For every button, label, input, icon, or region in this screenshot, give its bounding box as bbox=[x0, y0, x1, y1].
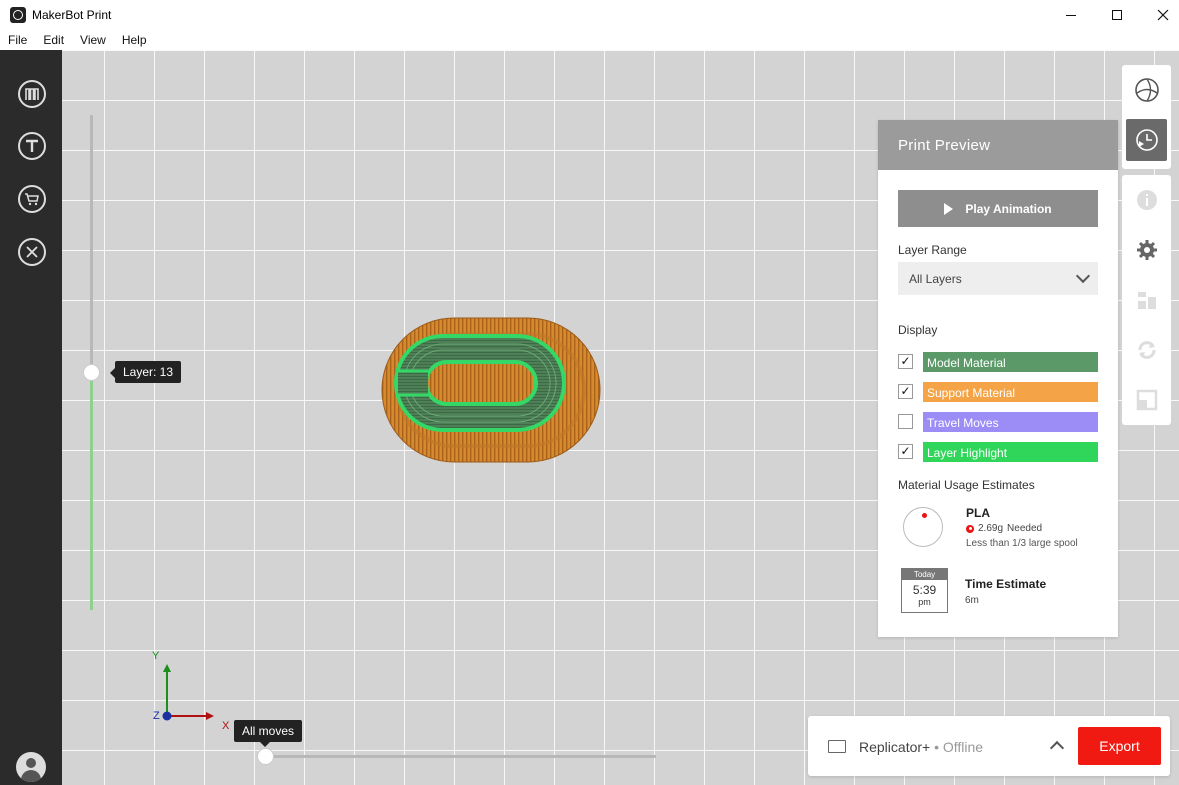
panel-title: Print Preview bbox=[878, 120, 1118, 170]
play-icon bbox=[944, 202, 954, 215]
view-toolbar bbox=[1122, 65, 1171, 169]
layer-highlight-checkbox[interactable]: ✓ bbox=[898, 444, 913, 459]
menu-bar: File Edit View Help bbox=[0, 30, 1179, 50]
edit-toolbar bbox=[1122, 175, 1171, 425]
support-material-checkbox[interactable]: ✓ bbox=[898, 384, 913, 399]
printer-name: Replicator+ bbox=[859, 739, 931, 755]
spool-icon bbox=[903, 507, 943, 547]
moves-slider-track[interactable] bbox=[266, 755, 656, 758]
info-button[interactable] bbox=[1126, 179, 1167, 221]
minimize-icon bbox=[1066, 14, 1076, 16]
layer-slider-thumb[interactable] bbox=[83, 364, 100, 381]
axis-z-label: Z bbox=[153, 710, 160, 722]
menu-help[interactable]: Help bbox=[114, 30, 155, 50]
print-preview-button[interactable] bbox=[1126, 119, 1167, 161]
scale-button[interactable] bbox=[1126, 379, 1167, 421]
printer-status: • Offline bbox=[930, 739, 984, 755]
model-material-label: Model Material bbox=[923, 352, 1098, 372]
chevron-down-icon bbox=[1075, 268, 1091, 284]
clock-ampm: pm bbox=[918, 597, 931, 607]
chevron-up-icon[interactable] bbox=[1049, 740, 1065, 756]
material-amount: 2.69g bbox=[978, 523, 1004, 534]
rotate-icon bbox=[1138, 341, 1155, 359]
material-status-icon bbox=[966, 524, 974, 533]
makerbot-app-icon bbox=[10, 7, 26, 23]
info-icon bbox=[1136, 190, 1157, 210]
material-name: PLA bbox=[966, 506, 990, 520]
sphere-view-icon bbox=[1134, 78, 1159, 102]
arrange-icon bbox=[1137, 292, 1156, 309]
layer-range-value: All Layers bbox=[909, 272, 962, 286]
moves-slider-thumb[interactable] bbox=[257, 748, 274, 765]
axis-y-label: Y bbox=[152, 650, 160, 662]
display-option-model-material[interactable]: ✓ Model Material bbox=[898, 352, 1098, 372]
print-preview-icon bbox=[1135, 129, 1158, 151]
minimize-button[interactable] bbox=[1048, 0, 1094, 30]
gear-icon bbox=[1136, 240, 1157, 260]
play-animation-button[interactable]: Play Animation bbox=[898, 190, 1098, 227]
support-material-label: Support Material bbox=[923, 382, 1098, 402]
view-mode-button[interactable] bbox=[1126, 69, 1167, 111]
makerbot-logo-icon[interactable] bbox=[18, 80, 46, 108]
layer-highlight-label: Layer Highlight bbox=[923, 442, 1098, 462]
calendar-clock-icon: Today 5:39 pm bbox=[901, 568, 948, 613]
left-sidebar bbox=[0, 50, 62, 785]
time-estimate-value: 6m bbox=[965, 595, 979, 606]
display-option-layer-highlight[interactable]: ✓ Layer Highlight bbox=[898, 442, 1098, 462]
menu-file[interactable]: File bbox=[0, 30, 35, 50]
display-option-travel-moves[interactable]: Travel Moves bbox=[898, 412, 1098, 432]
close-icon bbox=[1157, 9, 1169, 21]
export-button[interactable]: Export bbox=[1078, 727, 1161, 765]
print-model-preview bbox=[381, 317, 601, 463]
material-spool-text: Less than 1/3 large spool bbox=[966, 538, 1078, 549]
moves-slider-tooltip: All moves bbox=[234, 720, 303, 747]
clock-day: Today bbox=[902, 569, 947, 580]
maximize-button[interactable] bbox=[1094, 0, 1140, 30]
play-animation-label: Play Animation bbox=[965, 201, 1052, 216]
layer-range-label: Layer Range bbox=[898, 243, 967, 257]
maximize-icon bbox=[1112, 10, 1122, 20]
axis-x-label: X bbox=[222, 720, 230, 732]
layer-range-select[interactable]: All Layers bbox=[898, 262, 1098, 295]
printer-icon bbox=[828, 740, 846, 753]
store-cart-icon[interactable] bbox=[18, 185, 46, 213]
title-bar: MakerBot Print bbox=[0, 0, 1179, 30]
user-avatar[interactable] bbox=[16, 752, 46, 782]
material-usage-label: Material Usage Estimates bbox=[898, 478, 1035, 492]
travel-moves-label: Travel Moves bbox=[923, 412, 1098, 432]
layer-slider-track-lower[interactable] bbox=[90, 372, 93, 610]
print-preview-panel: Print Preview Play Animation Layer Range… bbox=[878, 120, 1118, 637]
printer-bar: Replicator+ • Offline Export bbox=[808, 716, 1170, 776]
time-estimate-label: Time Estimate bbox=[965, 577, 1047, 591]
material-needed-text: Needed bbox=[1007, 523, 1043, 534]
close-button[interactable] bbox=[1140, 0, 1179, 30]
model-inner-slot bbox=[424, 360, 538, 406]
thingiverse-icon[interactable] bbox=[18, 132, 46, 160]
window-title: MakerBot Print bbox=[32, 8, 112, 22]
menu-view[interactable]: View bbox=[72, 30, 114, 50]
model-material-checkbox[interactable]: ✓ bbox=[898, 354, 913, 369]
display-label: Display bbox=[898, 323, 938, 337]
clock-time: 5:39 bbox=[912, 583, 937, 597]
layer-slider-tooltip: Layer: 13 bbox=[109, 361, 182, 383]
rotate-button[interactable] bbox=[1126, 329, 1167, 371]
layer-slider-track-upper[interactable] bbox=[90, 115, 93, 372]
display-option-support-material[interactable]: ✓ Support Material bbox=[898, 382, 1098, 402]
spool-usage-indicator bbox=[922, 513, 927, 518]
printer-selector[interactable]: Replicator+ • Offline bbox=[859, 739, 983, 755]
travel-moves-checkbox[interactable] bbox=[898, 414, 913, 429]
arrange-button[interactable] bbox=[1126, 279, 1167, 321]
utilities-tools-icon[interactable] bbox=[18, 238, 46, 266]
scale-icon bbox=[1136, 389, 1157, 411]
material-needed: 2.69g Needed bbox=[966, 523, 1042, 534]
menu-edit[interactable]: Edit bbox=[35, 30, 72, 50]
settings-button[interactable] bbox=[1126, 229, 1167, 271]
